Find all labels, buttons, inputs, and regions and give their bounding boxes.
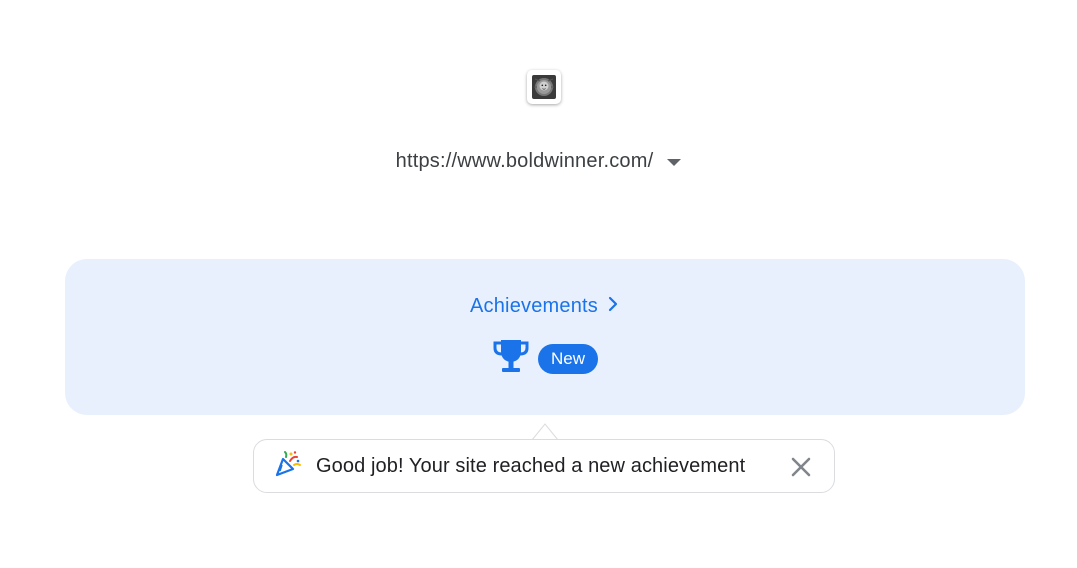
caret-down-icon [667, 158, 682, 166]
tooltip-message: Good job! Your site reached a new achiev… [316, 454, 746, 477]
achievements-badge-row: New [65, 337, 1025, 380]
new-badge: New [537, 343, 598, 374]
page: https://www.boldwinner.com/ Achievements [0, 0, 1077, 568]
site-url: https://www.boldwinner.com/ [395, 149, 654, 172]
tooltip-pointer [531, 423, 559, 441]
achievements-card[interactable]: Achievements New [65, 259, 1025, 415]
achievements-title: Achievements [469, 295, 598, 317]
lion-favicon-icon [532, 75, 556, 99]
close-icon[interactable] [790, 456, 812, 478]
site-selector[interactable]: https://www.boldwinner.com/ [0, 146, 1077, 176]
trophy-icon [492, 337, 530, 380]
chevron-right-icon [606, 296, 620, 317]
party-popper-icon [274, 450, 302, 483]
achievement-tooltip: Good job! Your site reached a new achiev… [253, 439, 835, 493]
achievements-link[interactable]: Achievements [65, 295, 1025, 318]
site-favicon [527, 70, 561, 104]
